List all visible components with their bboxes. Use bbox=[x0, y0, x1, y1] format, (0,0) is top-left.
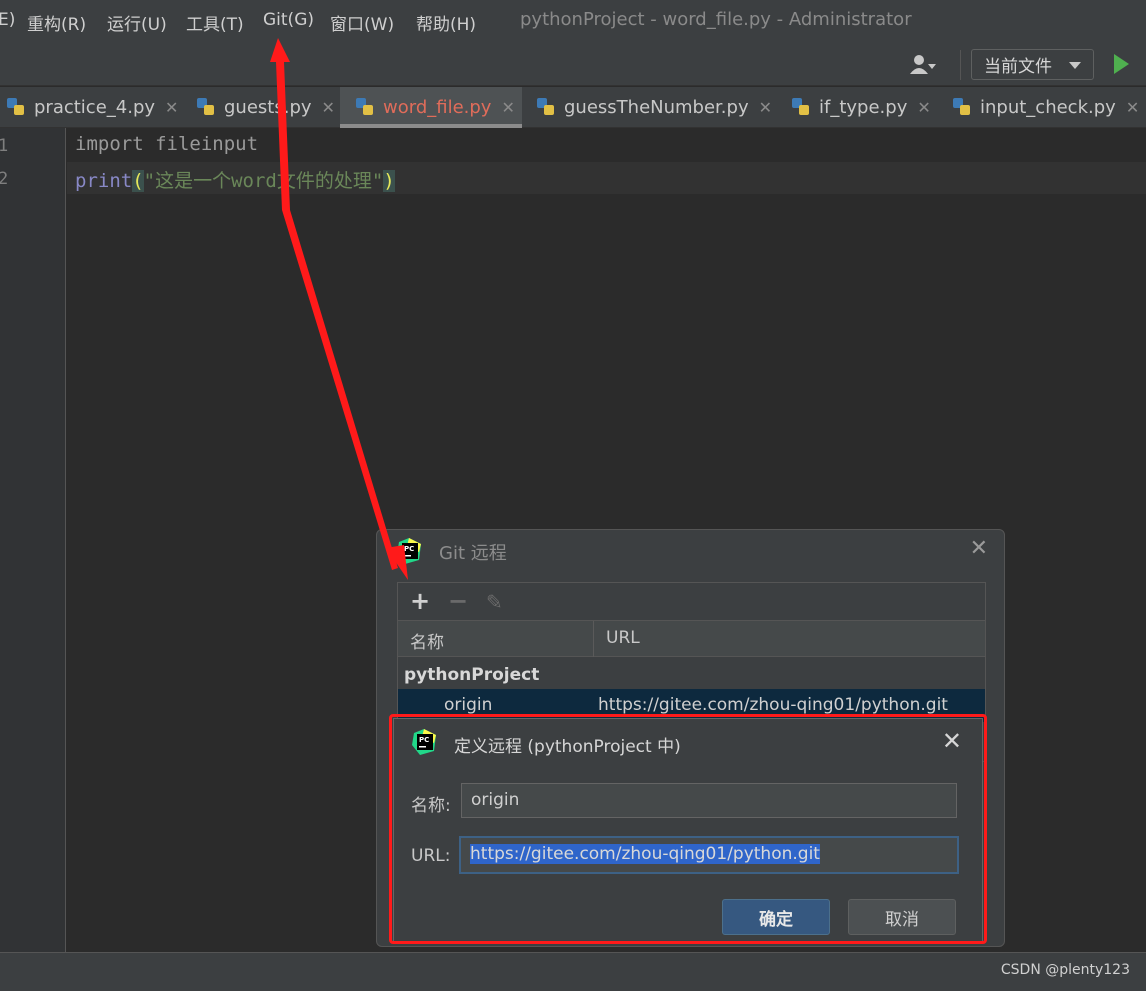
menu-git[interactable]: Git(G) bbox=[263, 10, 314, 30]
python-file-icon bbox=[6, 97, 26, 117]
code-line-1: import fileinput bbox=[75, 133, 259, 155]
toolbar: 当前文件 bbox=[0, 44, 1146, 86]
tab-word-file[interactable]: word_file.py ✕ bbox=[340, 87, 522, 128]
line-number: 1 bbox=[0, 136, 9, 156]
toolbar-separator bbox=[960, 50, 961, 80]
svg-text:PC: PC bbox=[404, 545, 414, 553]
run-icon[interactable] bbox=[1114, 54, 1129, 74]
code-paren-close: ) bbox=[383, 170, 395, 192]
tab-practice-4[interactable]: practice_4.py ✕ bbox=[6, 87, 178, 127]
remotes-toolbar: + − ✎ bbox=[398, 583, 985, 621]
tab-if-type[interactable]: if_type.py ✕ bbox=[791, 87, 931, 127]
status-bar bbox=[0, 952, 1146, 991]
menu-bar: E) 重构(R) 运行(U) 工具(T) Git(G) 窗口(W) 帮助(H) … bbox=[0, 0, 1146, 44]
tab-label: input_check.py bbox=[980, 96, 1116, 118]
remote-url-cell: https://gitee.com/zhou-qing01/python.git bbox=[598, 695, 948, 715]
tab-label: word_file.py bbox=[383, 96, 492, 118]
menu-run[interactable]: 运行(U) bbox=[107, 10, 167, 35]
python-file-icon bbox=[536, 97, 556, 117]
edit-pencil-icon[interactable]: ✎ bbox=[486, 590, 503, 614]
close-icon[interactable]: ✕ bbox=[165, 98, 178, 117]
user-icon[interactable] bbox=[910, 53, 950, 77]
python-file-icon bbox=[355, 97, 375, 117]
close-icon[interactable]: ✕ bbox=[501, 98, 514, 117]
code-line-2: print("这是一个word文件的处理") bbox=[75, 166, 395, 193]
code-paren-open: ( bbox=[132, 170, 144, 192]
run-config-label: 当前文件 bbox=[984, 57, 1052, 77]
column-divider[interactable] bbox=[593, 621, 594, 657]
watermark: CSDN @plenty123 bbox=[1000, 962, 1130, 978]
tab-guests[interactable]: guests.py ✕ bbox=[196, 87, 335, 127]
menu-window[interactable]: 窗口(W) bbox=[330, 10, 394, 35]
line-number: 2 bbox=[0, 169, 9, 189]
close-icon[interactable]: ✕ bbox=[759, 98, 772, 117]
remove-icon[interactable]: − bbox=[448, 587, 468, 615]
column-header-url[interactable]: URL bbox=[606, 628, 640, 648]
python-file-icon bbox=[791, 97, 811, 117]
chevron-down-icon bbox=[1069, 62, 1081, 69]
pycharm-icon: PC bbox=[397, 538, 423, 564]
close-icon[interactable]: ✕ bbox=[322, 98, 335, 117]
window-title: pythonProject - word_file.py - Administr… bbox=[520, 9, 912, 30]
code-print: print bbox=[75, 170, 133, 192]
annotation-highlight-box bbox=[389, 714, 987, 944]
code-string: "这是一个word文件的处理" bbox=[143, 170, 384, 192]
tab-label: guessTheNumber.py bbox=[564, 96, 749, 118]
line-number-gutter: 1 2 bbox=[0, 128, 66, 952]
dialog-title: Git 远程 bbox=[439, 543, 507, 564]
tab-input-check[interactable]: input_check.py ✕ bbox=[952, 87, 1139, 127]
menu-help[interactable]: 帮助(H) bbox=[416, 10, 476, 35]
remote-name-cell: origin bbox=[444, 695, 493, 715]
tab-label: if_type.py bbox=[819, 96, 908, 118]
tab-label: guests.py bbox=[224, 96, 312, 118]
tab-guess-the-number[interactable]: guessTheNumber.py ✕ bbox=[536, 87, 772, 127]
run-config-select[interactable]: 当前文件 bbox=[971, 49, 1094, 80]
remotes-table-header: 名称 URL bbox=[398, 621, 985, 657]
menu-tools[interactable]: 工具(T) bbox=[186, 10, 244, 35]
project-group-label: pythonProject bbox=[404, 665, 540, 685]
close-icon[interactable]: ✕ bbox=[1126, 98, 1139, 117]
add-icon[interactable]: + bbox=[410, 587, 430, 615]
tab-label: practice_4.py bbox=[34, 96, 156, 118]
menu-edit[interactable]: E) bbox=[0, 10, 15, 30]
python-file-icon bbox=[952, 97, 972, 117]
menu-refactor[interactable]: 重构(R) bbox=[27, 10, 86, 35]
editor-tabs: practice_4.py ✕ guests.py ✕ word_file.py… bbox=[0, 87, 1146, 128]
python-file-icon bbox=[196, 97, 216, 117]
close-icon[interactable]: ✕ bbox=[917, 98, 930, 117]
column-header-name[interactable]: 名称 bbox=[410, 628, 444, 653]
close-icon[interactable]: ✕ bbox=[970, 536, 988, 561]
